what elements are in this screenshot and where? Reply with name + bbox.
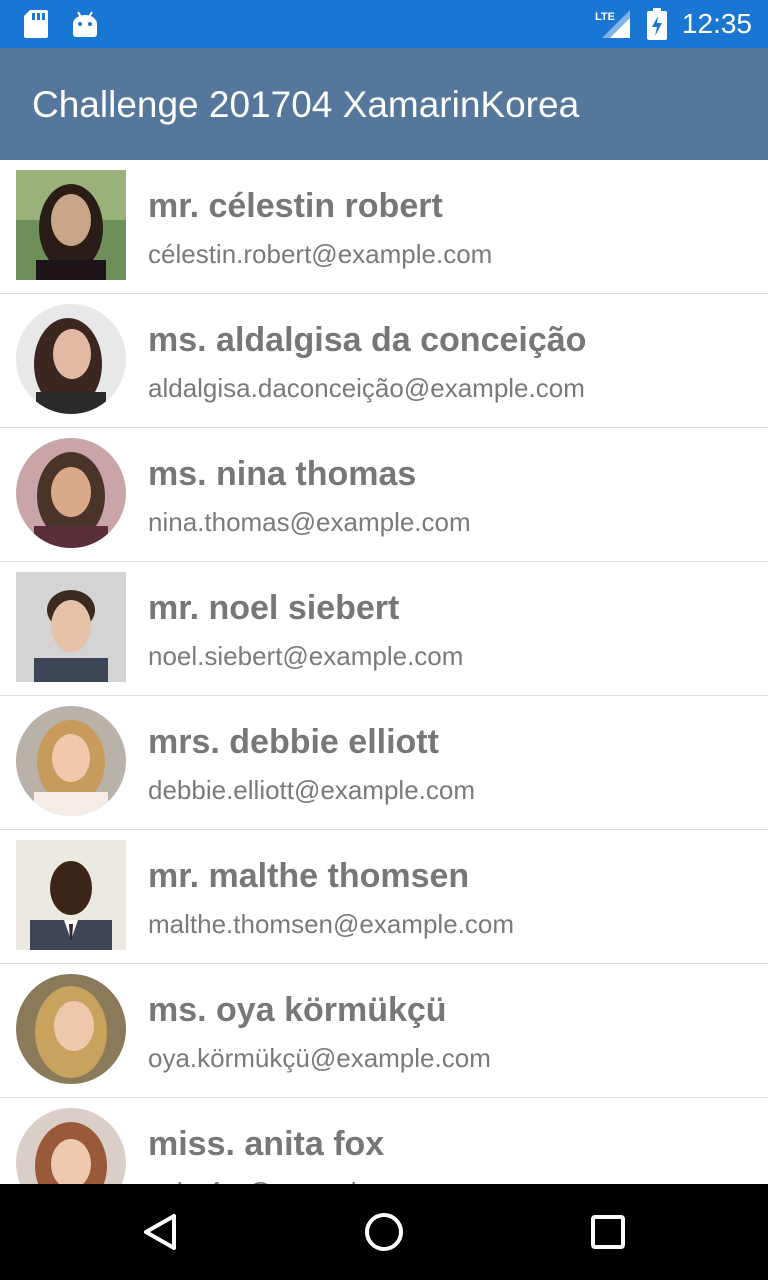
avatar-image — [16, 170, 126, 280]
contact-name: mrs. debbie elliott — [148, 723, 439, 761]
contact-row[interactable]: ms. aldalgisa da conceição aldalgisa.dac… — [0, 294, 768, 428]
avatar-image — [16, 840, 126, 950]
contact-email: nina.thomas@example.com — [148, 507, 471, 537]
status-time: 12:35 — [681, 8, 752, 39]
contact-row[interactable]: miss. anita fox anita.fox@example.com — [0, 1098, 768, 1184]
contact-name: mr. noel siebert — [148, 589, 400, 627]
svg-text:LTE: LTE — [595, 11, 615, 23]
android-icon — [72, 10, 98, 43]
avatar-image — [16, 304, 126, 414]
back-icon[interactable] — [136, 1208, 184, 1256]
contact-email: aldalgisa.daconceição@example.com — [148, 373, 585, 403]
contact-list[interactable]: mr. célestin robert célestin.robert@exam… — [0, 160, 768, 1184]
lte-signal-icon: LTE — [594, 8, 634, 45]
contact-row[interactable]: mr. célestin robert célestin.robert@exam… — [0, 160, 768, 294]
contact-email: noel.siebert@example.com — [148, 641, 464, 671]
app-bar: Challenge 201704 XamarinKorea — [0, 48, 768, 160]
contact-name: mr. malthe thomsen — [148, 857, 470, 895]
recents-icon[interactable] — [584, 1208, 632, 1256]
status-bar: LTE 12:35 — [0, 0, 768, 48]
contact-email: debbie.elliott@example.com — [148, 775, 476, 805]
contact-row[interactable]: mr. malthe thomsen malthe.thomsen@exampl… — [0, 830, 768, 964]
app-title: Challenge 201704 XamarinKorea — [32, 84, 580, 125]
contact-row[interactable]: mr. noel siebert noel.siebert@example.co… — [0, 562, 768, 696]
navigation-bar — [0, 1184, 768, 1280]
contact-name: miss. anita fox — [148, 1125, 385, 1163]
contact-email: malthe.thomsen@example.com — [148, 909, 514, 939]
avatar-image — [16, 974, 126, 1084]
contact-name: ms. nina thomas — [148, 455, 417, 493]
avatar-image — [16, 572, 126, 682]
battery-icon — [646, 8, 668, 45]
avatar-image — [16, 706, 126, 816]
avatar-image — [16, 438, 126, 548]
contact-email: oya.körmükçü@example.com — [148, 1043, 491, 1073]
contact-email: anita.fox@example.com — [148, 1176, 427, 1184]
avatar-image — [16, 1108, 126, 1184]
home-icon[interactable] — [360, 1208, 408, 1256]
contact-name: ms. aldalgisa da conceição — [148, 321, 587, 359]
contact-name: ms. oya körmükçü — [148, 991, 447, 1029]
screen: LTE 12:35 Challenge 201704 XamarinKorea — [0, 0, 768, 1280]
contact-row[interactable]: ms. oya körmükçü oya.körmükçü@example.co… — [0, 964, 768, 1098]
contact-name: mr. célestin robert — [148, 187, 443, 225]
contact-email: célestin.robert@example.com — [148, 239, 493, 269]
contact-row[interactable]: mrs. debbie elliott debbie.elliott@examp… — [0, 696, 768, 830]
contact-row[interactable]: ms. nina thomas nina.thomas@example.com — [0, 428, 768, 562]
sd-card-icon — [24, 10, 48, 43]
